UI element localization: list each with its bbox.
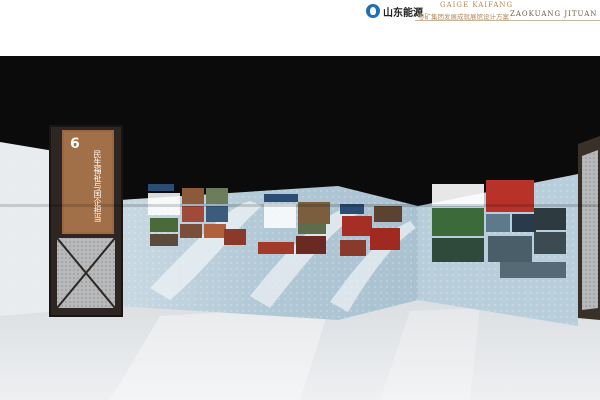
exhibition-render xyxy=(0,56,600,400)
brand-name: 山东能源 xyxy=(383,8,423,19)
shandong-energy-logo-icon xyxy=(366,4,380,18)
section-title: 民生福祉与国企担当 xyxy=(93,150,102,222)
subtitle-en-1: GAIGE KAIFANG xyxy=(440,1,514,9)
page-header: 山东能源 GAIGE KAIFANG 枣矿集团发展成就展馆设计方案 ZAOKUA… xyxy=(0,0,600,22)
subtitle-en-2: ZAOKUANG JITUAN xyxy=(510,10,598,18)
section-number: 6 xyxy=(70,136,80,152)
left-pillar xyxy=(49,125,123,317)
header-divider xyxy=(415,20,600,21)
